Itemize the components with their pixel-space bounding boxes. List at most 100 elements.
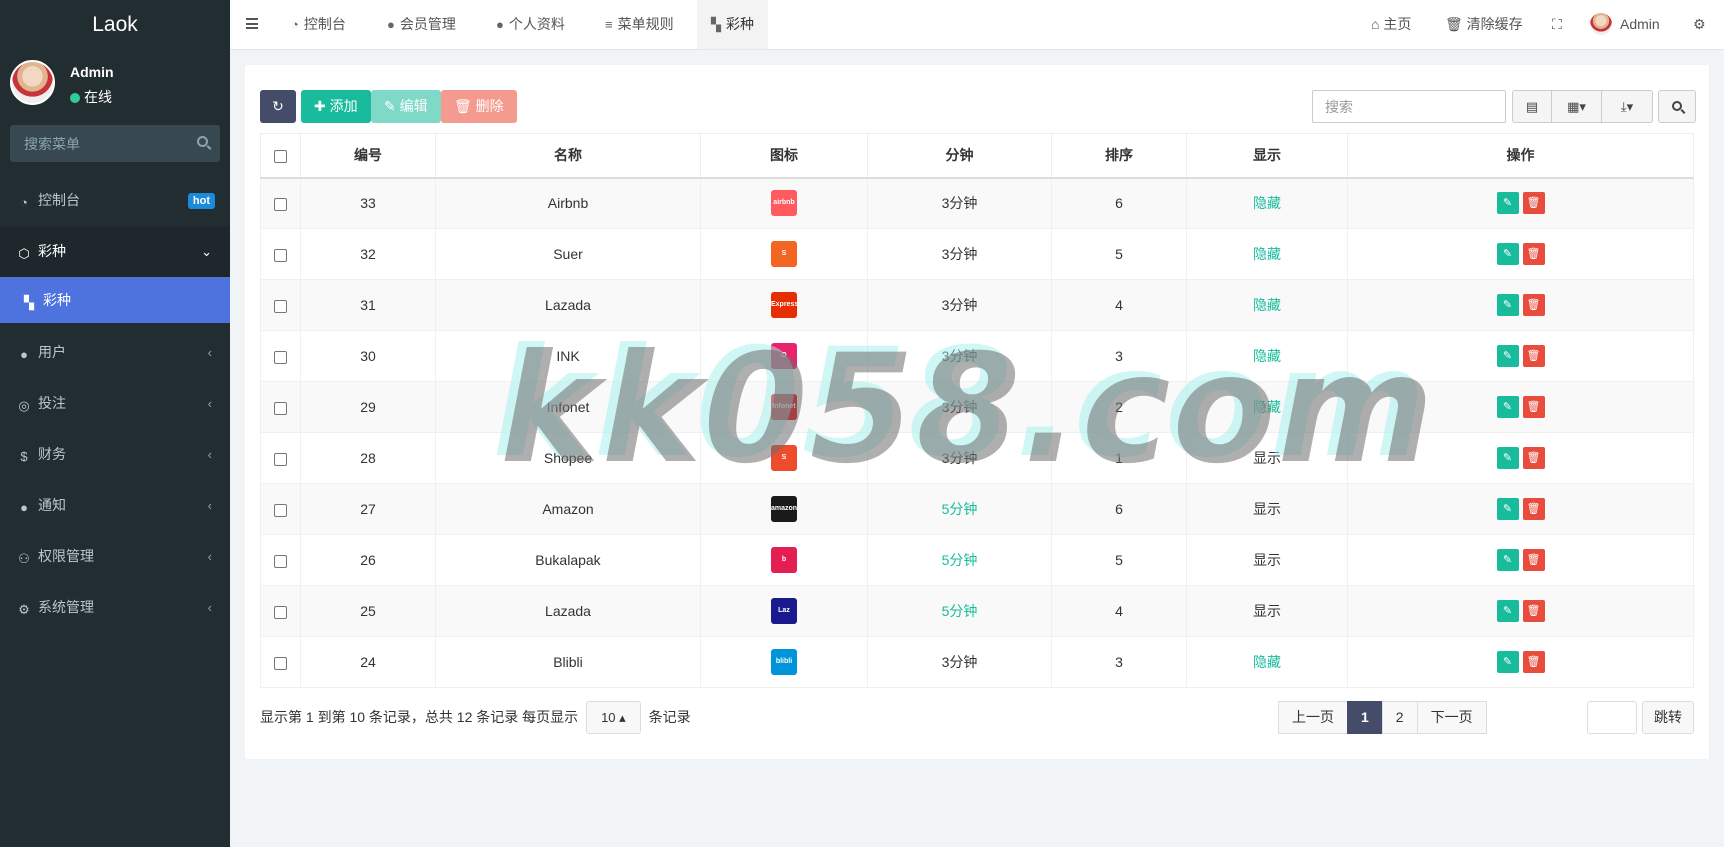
row-delete-trash-icon[interactable]: 🗑 [1522, 294, 1545, 316]
row-checkbox[interactable] [274, 350, 287, 364]
page-size-select[interactable]: 10 ▴ [586, 701, 641, 734]
menu-toggle-icon[interactable] [246, 18, 258, 29]
row-delete-trash-icon[interactable]: 🗑 [1522, 345, 1545, 367]
jump-page-input[interactable] [1587, 701, 1637, 734]
table-search-input[interactable] [1312, 90, 1506, 123]
row-edit-pencil-icon[interactable]: ✎ [1496, 549, 1519, 571]
clear-cache-button[interactable]: 🗑 清除缓存 [1445, 0, 1523, 49]
table-row[interactable]: 25 Lazada Laz 5分钟 4 显示 ✎ 🗑 [260, 585, 1694, 637]
edit-button[interactable]: ✎ 编辑 [371, 90, 441, 123]
table-row[interactable]: 24 Blibli blibli 3分钟 3 隐藏 ✎ 🗑 [260, 636, 1694, 688]
cell-display[interactable]: 显示 [1186, 483, 1348, 535]
header-id[interactable]: 编号 [300, 133, 436, 179]
cell-display[interactable]: 隐藏 [1186, 330, 1348, 382]
cell-icon: blibli [700, 636, 868, 688]
cell-display[interactable]: 显示 [1186, 432, 1348, 484]
row-checkbox[interactable] [274, 401, 287, 415]
cell-display[interactable]: 显示 [1186, 585, 1348, 637]
menu-search-input[interactable] [10, 125, 220, 162]
cell-icon: S [700, 228, 868, 280]
row-checkbox[interactable] [274, 503, 287, 517]
jump-button[interactable]: 跳转 [1642, 701, 1694, 734]
search-icon [1672, 101, 1682, 111]
advanced-search-button[interactable] [1658, 90, 1696, 123]
row-checkbox[interactable] [274, 198, 287, 212]
row-edit-pencil-icon[interactable]: ✎ [1496, 600, 1519, 622]
tab-lottery[interactable]: ▚ 彩种 [697, 0, 768, 49]
row-checkbox[interactable] [274, 554, 287, 568]
cell-display[interactable]: 显示 [1186, 534, 1348, 586]
row-delete-trash-icon[interactable]: 🗑 [1522, 447, 1545, 469]
row-delete-trash-icon[interactable]: 🗑 [1522, 243, 1545, 265]
row-delete-trash-icon[interactable]: 🗑 [1522, 498, 1545, 520]
settings-gear-icon[interactable]: ⚙ [1693, 0, 1706, 49]
row-checkbox[interactable] [274, 605, 287, 619]
row-delete-trash-icon[interactable]: 🗑 [1522, 549, 1545, 571]
prev-page-button[interactable]: 上一页 [1278, 701, 1348, 734]
sidebar-item-permissions[interactable]: ⚇ 权限管理 ‹ [0, 531, 230, 582]
columns-icon[interactable]: ▦▾ [1552, 91, 1602, 122]
row-edit-pencil-icon[interactable]: ✎ [1496, 192, 1519, 215]
sidebar-item-lottery[interactable]: ▚ 彩种 [0, 277, 230, 323]
header-minutes[interactable]: 分钟 [867, 133, 1052, 179]
page-1-button[interactable]: 1 [1347, 701, 1383, 734]
table-row[interactable]: 31 Lazada Express 3分钟 4 隐藏 ✎ 🗑 [260, 279, 1694, 331]
row-edit-pencil-icon[interactable]: ✎ [1496, 498, 1519, 520]
header-sort[interactable]: 排序 [1051, 133, 1187, 179]
table-row[interactable]: 33 Airbnb airbnb 3分钟 6 隐藏 ✎ 🗑 [260, 177, 1694, 229]
refresh-button[interactable]: ↻ [260, 90, 296, 123]
home-link[interactable]: ⌂ 主页 [1371, 0, 1411, 49]
search-icon[interactable] [197, 136, 208, 147]
fullscreen-icon[interactable]: ⛶ [1552, 0, 1562, 49]
row-checkbox[interactable] [274, 656, 287, 670]
row-edit-pencil-icon[interactable]: ✎ [1496, 243, 1519, 265]
row-checkbox[interactable] [274, 452, 287, 466]
table-row[interactable]: 27 Amazon amazon 5分钟 6 显示 ✎ 🗑 [260, 483, 1694, 535]
tab-menu-rules[interactable]: ≡ 菜单规则 [591, 0, 688, 49]
admin-menu[interactable]: Admin [1590, 0, 1660, 49]
sidebar-item-system[interactable]: ⚙ 系统管理 ‹ [0, 582, 230, 633]
tab-dashboard[interactable]: ◔ 控制台 [277, 0, 360, 49]
sidebar-item-notice[interactable]: ● 通知 ‹ [0, 480, 230, 531]
row-edit-pencil-icon[interactable]: ✎ [1496, 396, 1519, 418]
sidebar-item-dashboard[interactable]: ◔ 控制台 hot [0, 175, 230, 226]
table-row[interactable]: 28 Shopee S 3分钟 1 显示 ✎ 🗑 [260, 432, 1694, 484]
brand-logo-icon: airbnb [771, 190, 797, 217]
cell-display[interactable]: 隐藏 [1186, 228, 1348, 280]
row-delete-trash-icon[interactable]: 🗑 [1522, 651, 1545, 673]
header-display[interactable]: 显示 [1186, 133, 1348, 179]
row-delete-trash-icon[interactable]: 🗑 [1522, 192, 1545, 215]
sidebar-item-finance[interactable]: $ 财务 ‹ [0, 429, 230, 480]
cell-display[interactable]: 隐藏 [1186, 381, 1348, 433]
table-row[interactable]: 26 Bukalapak b 5分钟 5 显示 ✎ 🗑 [260, 534, 1694, 586]
sidebar-item-users[interactable]: ● 用户 ‹ [0, 327, 230, 378]
delete-button[interactable]: 🗑 删除 [441, 90, 517, 123]
header-name[interactable]: 名称 [435, 133, 701, 179]
app-logo[interactable]: Laok [0, 0, 230, 50]
row-checkbox[interactable] [274, 299, 287, 313]
row-edit-pencil-icon[interactable]: ✎ [1496, 294, 1519, 316]
tab-profile[interactable]: ● 个人资料 [482, 0, 579, 49]
cell-display[interactable]: 隐藏 [1186, 636, 1348, 688]
sidebar-item-lottery-group[interactable]: ⬡ 彩种 ⌄ [0, 226, 230, 277]
next-page-button[interactable]: 下一页 [1416, 701, 1487, 734]
toggle-view-icon[interactable]: ▤ [1513, 91, 1552, 122]
row-edit-pencil-icon[interactable]: ✎ [1496, 651, 1519, 673]
sidebar-item-bets[interactable]: ◎ 投注 ‹ [0, 378, 230, 429]
row-edit-pencil-icon[interactable]: ✎ [1496, 345, 1519, 367]
select-all-checkbox[interactable] [274, 150, 287, 164]
table-row[interactable]: 29 Infonet Infonet 3分钟 2 隐藏 ✎ 🗑 [260, 381, 1694, 433]
cell-display[interactable]: 隐藏 [1186, 279, 1348, 331]
row-edit-pencil-icon[interactable]: ✎ [1496, 447, 1519, 469]
export-icon[interactable]: ⤓▾ [1602, 91, 1652, 122]
clear-cache-label: 清除缓存 [1466, 16, 1523, 32]
tab-members[interactable]: ● 会员管理 [373, 0, 470, 49]
row-delete-trash-icon[interactable]: 🗑 [1522, 396, 1545, 418]
add-button[interactable]: ✚ 添加 [301, 90, 371, 123]
table-row[interactable]: 32 Suer S 3分钟 5 隐藏 ✎ 🗑 [260, 228, 1694, 280]
table-row[interactable]: 30 INK O 3分钟 3 隐藏 ✎ 🗑 [260, 330, 1694, 382]
row-checkbox[interactable] [274, 248, 287, 262]
page-2-button[interactable]: 2 [1381, 701, 1418, 734]
cell-display[interactable]: 隐藏 [1186, 177, 1348, 229]
row-delete-trash-icon[interactable]: 🗑 [1522, 600, 1545, 622]
